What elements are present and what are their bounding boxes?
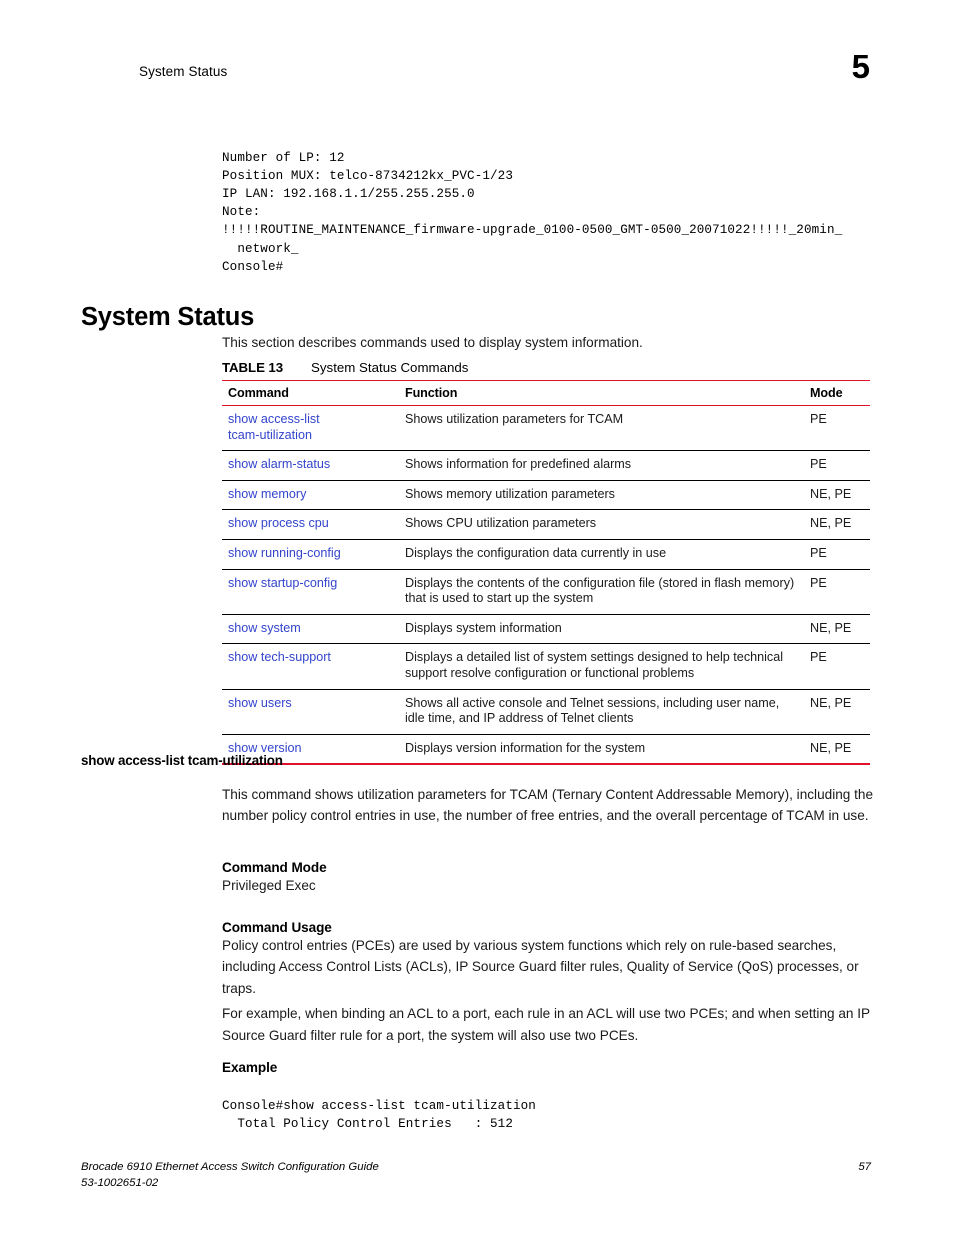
- mode-cell: PE: [804, 539, 870, 570]
- page-footer: Brocade 6910 Ethernet Access Switch Conf…: [81, 1160, 871, 1191]
- mode-cell: NE, PE: [804, 734, 870, 766]
- table-row: show version Displays version informatio…: [222, 734, 870, 766]
- table-row: show users Shows all active console and …: [222, 689, 870, 735]
- command-mode-block: Command Mode Privileged Exec: [222, 860, 884, 896]
- function-cell: Shows information for predefined alarms: [399, 450, 804, 481]
- function-cell: Displays the configuration data currentl…: [399, 539, 804, 570]
- table-row: show system Displays system information …: [222, 614, 870, 645]
- command-link[interactable]: show process cpu: [228, 516, 391, 532]
- function-cell: Displays a detailed list of system setti…: [399, 643, 804, 690]
- page-title: System Status: [81, 303, 255, 332]
- command-usage-heading: Command Usage: [222, 920, 332, 935]
- function-cell: Displays version information for the sys…: [399, 734, 804, 766]
- footer-title: Brocade 6910 Ethernet Access Switch Conf…: [81, 1161, 379, 1173]
- footer-doc-number: 53-1002651-02: [81, 1176, 159, 1189]
- table-row: show running-config Displays the configu…: [222, 539, 870, 570]
- command-link[interactable]: show tech-support: [228, 650, 391, 666]
- command-link[interactable]: show system: [228, 621, 391, 637]
- command-usage-paragraph-2: For example, when binding an ACL to a po…: [222, 1006, 870, 1043]
- table-body: show access-list tcam-utilization Shows …: [222, 405, 870, 766]
- mode-cell: PE: [804, 405, 870, 452]
- mode-cell: PE: [804, 569, 870, 615]
- section-intro-paragraph: This section describes commands used to …: [222, 335, 643, 350]
- table-row: show tech-support Displays a detailed li…: [222, 643, 870, 690]
- command-link[interactable]: show startup-config: [228, 576, 391, 592]
- command-cell: show tech-support: [222, 643, 399, 690]
- command-cell: show process cpu: [222, 509, 399, 540]
- console-output-block: Number of LP: 12 Position MUX: telco-873…: [222, 150, 843, 274]
- mode-cell: PE: [804, 643, 870, 690]
- command-cell: show access-list tcam-utilization: [222, 405, 399, 452]
- function-cell: Displays the contents of the configurati…: [399, 569, 804, 615]
- function-cell: Displays system information: [399, 614, 804, 645]
- mode-cell: NE, PE: [804, 689, 870, 735]
- command-link[interactable]: show access-list: [228, 412, 391, 428]
- command-link[interactable]: show alarm-status: [228, 457, 391, 473]
- command-cell: show users: [222, 689, 399, 735]
- column-header-command: Command: [222, 380, 399, 406]
- example-heading: Example: [222, 1060, 278, 1075]
- mode-cell: NE, PE: [804, 509, 870, 540]
- table-label: TABLE 13: [222, 360, 284, 375]
- command-link-cont[interactable]: tcam-utilization: [228, 428, 391, 444]
- mode-cell: PE: [804, 450, 870, 481]
- function-cell: Shows memory utilization parameters: [399, 480, 804, 511]
- table-row: show alarm-status Shows information for …: [222, 450, 870, 481]
- command-description-block: This command shows utilization parameter…: [222, 784, 884, 827]
- function-cell: Shows all active console and Telnet sess…: [399, 689, 804, 735]
- running-head: System Status: [139, 64, 228, 79]
- document-page: System Status 5 Number of LP: 12 Positio…: [0, 0, 954, 1235]
- table-name: System Status Commands: [311, 360, 469, 375]
- command-cell: show alarm-status: [222, 450, 399, 481]
- table-row: show startup-config Displays the content…: [222, 569, 870, 615]
- function-cell: Shows CPU utilization parameters: [399, 509, 804, 540]
- command-heading: show access-list tcam-utilization: [81, 753, 283, 768]
- command-cell: show startup-config: [222, 569, 399, 615]
- command-link[interactable]: show memory: [228, 487, 391, 503]
- table-header: Command Function Mode: [222, 380, 870, 406]
- command-mode-value: Privileged Exec: [222, 878, 316, 893]
- table-row: show process cpu Shows CPU utilization p…: [222, 509, 870, 540]
- page-number: 57: [858, 1161, 871, 1173]
- column-header-mode: Mode: [804, 380, 870, 406]
- function-cell: Shows utilization parameters for TCAM: [399, 405, 804, 452]
- command-usage-block: Command Usage Policy control entries (PC…: [222, 920, 884, 1046]
- table-row: show access-list tcam-utilization Shows …: [222, 405, 870, 452]
- command-description: This command shows utilization parameter…: [222, 787, 874, 824]
- mode-cell: NE, PE: [804, 614, 870, 645]
- command-cell: show memory: [222, 480, 399, 511]
- example-block: Example: [222, 1060, 884, 1075]
- command-cell: show system: [222, 614, 399, 645]
- table-row: show memory Shows memory utilization par…: [222, 480, 870, 511]
- example-code-block: Console#show access-list tcam-utilizatio…: [222, 1098, 536, 1131]
- mode-cell: NE, PE: [804, 480, 870, 511]
- command-mode-heading: Command Mode: [222, 860, 327, 875]
- column-header-function: Function: [399, 380, 804, 406]
- chapter-number: 5: [851, 48, 870, 85]
- system-status-commands-table: Command Function Mode show access-list t…: [222, 380, 870, 766]
- command-usage-paragraph-1: Policy control entries (PCEs) are used b…: [222, 938, 859, 996]
- command-link[interactable]: show running-config: [228, 546, 391, 562]
- command-link[interactable]: show users: [228, 696, 391, 712]
- table-header-row: Command Function Mode: [222, 380, 870, 406]
- table-caption: TABLE 13 System Status Commands: [222, 360, 468, 375]
- command-cell: show running-config: [222, 539, 399, 570]
